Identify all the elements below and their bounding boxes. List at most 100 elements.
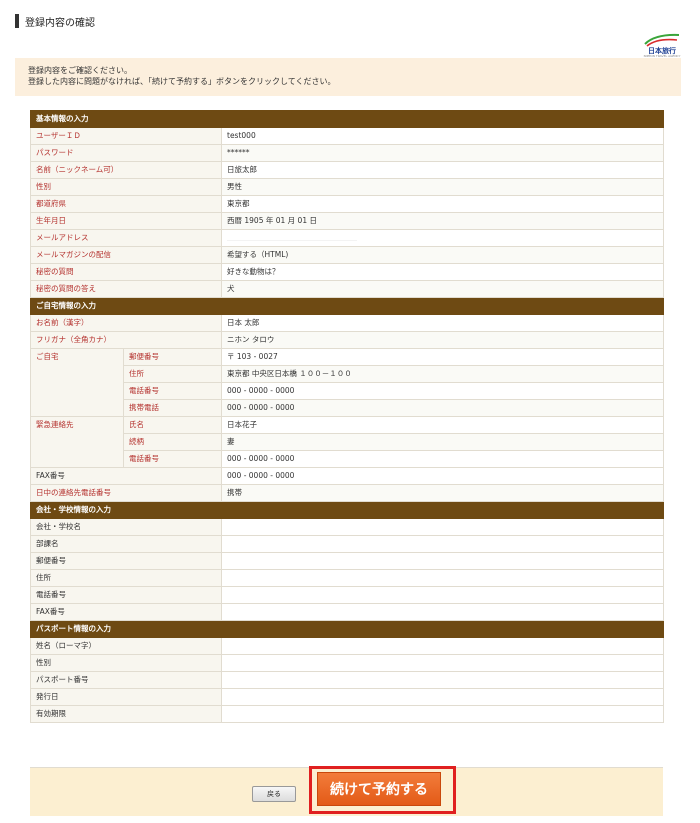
notice-line-1: 登録内容をご確認ください。 [28, 66, 132, 75]
field-label: 発行日 [30, 688, 222, 706]
field-label: 名前（ニックネーム可） [30, 161, 222, 179]
table-row: 郵便番号 [30, 552, 664, 570]
table-row: 名前（ニックネーム可） 日旅太郎 [30, 161, 664, 179]
field-label: 郵便番号 [123, 348, 222, 366]
birthdate-value: 西暦 1905 年 01 月 01 日 [221, 212, 664, 230]
section-title: パスポート情報の入力 [30, 620, 664, 638]
postal-value: 〒 103 - 0027 [221, 348, 664, 366]
table-row: 秘密の質問の答え犬 [30, 280, 664, 298]
passport-gender-value [221, 654, 664, 672]
field-group-label: ご自宅 [30, 348, 124, 417]
field-label: 都道府県 [30, 195, 222, 213]
field-label: 電話番号 [123, 382, 222, 400]
secret-answer-value: 犬 [221, 280, 664, 298]
field-group-label: 緊急連絡先 [30, 416, 124, 468]
name-kana-value: ニホン タロウ [221, 331, 664, 349]
name-kanji-value: 日本 太郎 [221, 314, 664, 332]
confirmation-notice: 登録内容をご確認ください。 登録した内容に問題がなければ、「続けて予約する」ボタ… [15, 58, 681, 96]
address-value: 東京都 中央区日本橋 １００－１００ [221, 365, 664, 383]
passport-name-value [221, 637, 664, 655]
field-label: 性別 [30, 178, 222, 196]
prefecture-value: 東京都 [221, 195, 664, 213]
emergency-phone-value: 000 - 0000 - 0000 [221, 450, 664, 468]
table-row: 発行日 [30, 688, 664, 706]
table-row: 会社・学校名 [30, 518, 664, 536]
daytime-contact-value: 携帯 [221, 484, 664, 502]
field-label: 携帯電話 [123, 399, 222, 417]
table-row: FAX番号 [30, 603, 664, 621]
field-label: 電話番号 [123, 450, 222, 468]
field-label: パスワード [30, 144, 222, 162]
table-row: 住所 [30, 569, 664, 587]
field-label: フリガナ（全角カナ） [30, 331, 222, 349]
table-row: 部課名 [30, 535, 664, 553]
table-row: 姓名（ローマ字） [30, 637, 664, 655]
field-label: 生年月日 [30, 212, 222, 230]
field-label: ユーザーＩＤ [30, 127, 222, 145]
field-label: 氏名 [123, 416, 222, 434]
continue-booking-button[interactable]: 続けて予約する [317, 772, 441, 806]
field-label: 秘密の質問の答え [30, 280, 222, 298]
mobile-value: 000 - 0000 - 0000 [221, 399, 664, 417]
table-row: 電話番号 000 - 0000 - 0000 [31, 382, 664, 400]
company-name-value [221, 518, 664, 536]
emergency-name-value: 日本花子 [221, 416, 664, 434]
table-row: メールマガジンの配信 希望する（HTML) [30, 246, 664, 264]
table-row: 性別 [30, 654, 664, 672]
passport-expiry-value [221, 705, 664, 723]
field-label: 郵便番号 [30, 552, 222, 570]
table-row: 日中の連絡先電話番号 携帯 [30, 484, 664, 502]
department-value [221, 535, 664, 553]
table-row: ユーザーＩＤ test000 [30, 127, 664, 145]
table-row: 都道府県 東京都 [30, 195, 664, 213]
emergency-relation-value: 妻 [221, 433, 664, 451]
table-row: FAX番号 000 - 0000 - 0000 [30, 467, 664, 485]
table-row: お名前（漢字） 日本 太郎 [30, 314, 664, 332]
section-passport: パスポート情報の入力 [30, 620, 664, 638]
passport-number-value [221, 671, 664, 689]
table-row: 電話番号 000 - 0000 - 0000 [31, 450, 664, 468]
company-phone-value [221, 586, 664, 604]
field-label: メールマガジンの配信 [30, 246, 222, 264]
table-row: 電話番号 [30, 586, 664, 604]
section-basic: 基本情報の入力 [30, 110, 664, 128]
section-home: ご自宅情報の入力 [30, 297, 664, 315]
passport-issue-value [221, 688, 664, 706]
field-label: メールアドレス [30, 229, 222, 247]
table-row: パスポート番号 [30, 671, 664, 689]
summary-table: 基本情報の入力 ユーザーＩＤ test000 パスワード ****** 名前（ニック… [30, 110, 664, 723]
fax-value: 000 - 0000 - 0000 [221, 467, 664, 485]
registration-summary: 基本情報の入力 ユーザーＩＤ test000 パスワード ****** 名前（ニック… [30, 110, 664, 815]
table-row: 生年月日 西暦 1905 年 01 月 01 日 [30, 212, 664, 230]
page-header: 登録内容の確認 [15, 13, 95, 29]
field-label: お名前（漢字） [30, 314, 222, 332]
phone-value: 000 - 0000 - 0000 [221, 382, 664, 400]
redacted-email [227, 232, 357, 241]
section-title: 会社・学校情報の入力 [30, 501, 664, 519]
field-label: 住所 [30, 569, 222, 587]
section-title: 基本情報の入力 [30, 110, 664, 128]
company-postal-value [221, 552, 664, 570]
field-label: 性別 [30, 654, 222, 672]
table-row: 携帯電話 000 - 0000 - 0000 [31, 399, 664, 417]
password-value: ****** [221, 144, 664, 162]
page-title: 登録内容の確認 [25, 17, 95, 29]
notice-line-2: 登録した内容に問題がなければ、「続けて予約する」ボタンをクリックしてください。 [28, 77, 336, 86]
field-label: 会社・学校名 [30, 518, 222, 536]
table-row: 秘密の質問 好きな動物は？ [30, 263, 664, 281]
field-label: FAX番号 [30, 467, 222, 485]
table-row: ご自宅 郵便番号〒 103 - 0027 [30, 348, 664, 417]
gender-value: 男性 [221, 178, 664, 196]
table-row: フリガナ（全角カナ） ニホン タロウ [30, 331, 664, 349]
back-button[interactable]: 戻る [252, 786, 296, 802]
field-label: 住所 [123, 365, 222, 383]
section-company: 会社・学校情報の入力 [30, 501, 664, 519]
brand-logo: 日本旅行 NIPPON TRAVEL AGENCY [641, 32, 683, 58]
section-title: ご自宅情報の入力 [30, 297, 664, 315]
field-label: 電話番号 [30, 586, 222, 604]
field-label: 日中の連絡先電話番号 [30, 484, 222, 502]
email-value [221, 229, 664, 247]
table-row: パスワード ****** [30, 144, 664, 162]
table-row: 緊急連絡先 氏名 日本花子 [30, 416, 664, 468]
field-label: 有効期限 [30, 705, 222, 723]
